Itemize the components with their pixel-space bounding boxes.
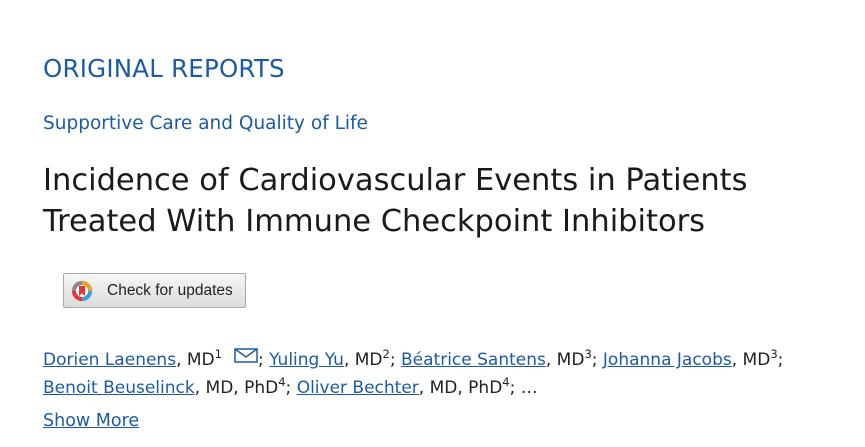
author-link[interactable]: Oliver Bechter bbox=[297, 378, 419, 398]
author-link[interactable]: Benoit Beuselinck bbox=[43, 378, 195, 398]
subsection-heading[interactable]: Supportive Care and Quality of Life bbox=[43, 113, 368, 134]
author-separator: ; bbox=[257, 350, 264, 370]
author-degree: , MD, PhD bbox=[194, 378, 279, 398]
affiliation-number: 1 bbox=[214, 347, 222, 361]
article-title: Incidence of Cardiovascular Events in Pa… bbox=[43, 163, 748, 239]
author-list: Dorien Laenens, MD1; Yuling Yu, MD2; Béa… bbox=[43, 346, 853, 402]
affiliation-number: 4 bbox=[502, 375, 510, 389]
author-degree: , MD bbox=[176, 350, 215, 370]
author-separator: ; bbox=[591, 350, 598, 370]
author-degree: , MD bbox=[545, 350, 585, 370]
author-link[interactable]: Johanna Jacobs bbox=[603, 350, 732, 370]
author-separator: ; bbox=[389, 350, 396, 370]
author-degree: , MD, PhD bbox=[418, 378, 503, 398]
top-link-row bbox=[43, 0, 109, 6]
author-link[interactable]: Dorien Laenens bbox=[43, 350, 176, 370]
affiliation-number: 3 bbox=[584, 347, 592, 361]
author-link[interactable]: Béatrice Santens bbox=[401, 350, 546, 370]
author-link[interactable]: Yuling Yu bbox=[269, 350, 344, 370]
crossmark-icon bbox=[71, 280, 93, 301]
show-more-link[interactable]: Show More bbox=[43, 411, 139, 431]
author-ellipsis: … bbox=[515, 378, 538, 398]
affiliation-number: 3 bbox=[770, 347, 778, 361]
affiliation-number: 2 bbox=[382, 347, 390, 361]
section-heading: ORIGINAL REPORTS bbox=[43, 54, 285, 83]
check-for-updates-label: Check for updates bbox=[107, 281, 233, 299]
author-separator: ; bbox=[285, 378, 292, 398]
author-separator: ; bbox=[777, 350, 784, 370]
author-degree: , MD bbox=[343, 350, 383, 370]
envelope-icon[interactable] bbox=[234, 348, 258, 363]
author-degree: , MD bbox=[731, 350, 771, 370]
check-for-updates-button[interactable]: Check for updates bbox=[63, 273, 246, 308]
affiliation-number: 4 bbox=[278, 375, 286, 389]
